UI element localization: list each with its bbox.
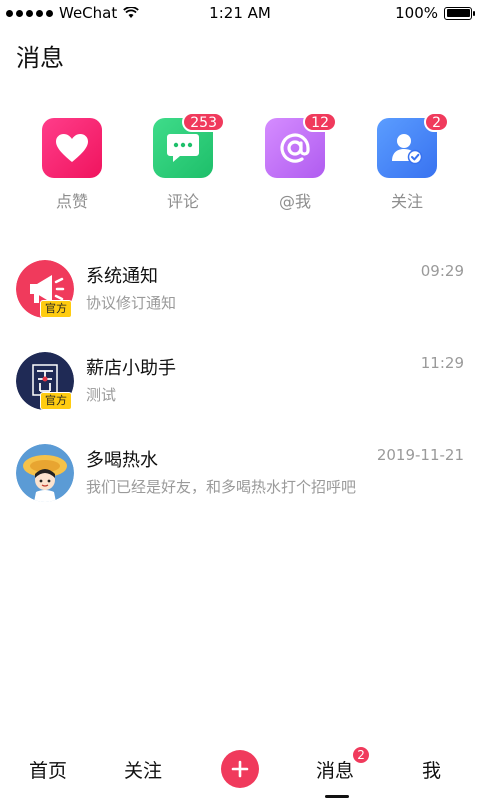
user-check-icon <box>392 134 423 165</box>
likes-tile[interactable] <box>42 118 102 178</box>
comments-tile[interactable]: 253 <box>153 112 225 178</box>
message-sender: 系统通知 <box>86 266 158 287</box>
tab-me[interactable]: 我 <box>422 756 441 783</box>
list-item[interactable]: 官方 薪店小助手 测试 11:29 <box>0 352 480 422</box>
message-preview: 协议修订通知 <box>86 294 177 312</box>
battery-group: 100% <box>395 4 475 22</box>
official-tag: 官方 <box>40 392 72 410</box>
message-sender: 薪店小助手 <box>86 358 176 379</box>
message-time: 2019-11-21 <box>376 446 464 464</box>
list-item[interactable]: 多喝热水 我们已经是好友，和多喝热水打个招呼吧 2019-11-21 <box>0 444 480 514</box>
tab-follow[interactable]: 关注 <box>124 756 162 783</box>
mentions-badge: 12 <box>303 112 337 132</box>
category-row: 点赞 253 评论 12 @我 2 关注 <box>0 112 480 218</box>
category-likes[interactable]: 点赞 <box>27 118 117 212</box>
active-tab-indicator <box>325 795 349 798</box>
battery-percent: 100% <box>395 4 438 22</box>
list-item[interactable]: 官方 系统通知 协议修订通知 09:29 <box>0 260 480 330</box>
message-time: 09:29 <box>420 262 464 280</box>
tab-messages[interactable]: 消息 2 <box>316 746 371 783</box>
category-label: 评论 <box>166 192 199 211</box>
category-label: 关注 <box>390 192 423 211</box>
category-comments[interactable]: 253 评论 <box>138 112 228 212</box>
message-preview: 测试 <box>86 386 117 404</box>
heart-icon <box>56 134 88 162</box>
category-label: 点赞 <box>55 192 88 211</box>
at-icon <box>280 133 310 163</box>
tab-messages-badge: 2 <box>352 746 371 764</box>
battery-icon <box>444 6 475 20</box>
category-label: @我 <box>278 192 311 211</box>
page-title: 消息 <box>16 44 64 72</box>
status-bar: WeChat 1:21 AM 100% <box>0 0 480 26</box>
cartoon-avatar <box>16 444 74 502</box>
followers-tile[interactable]: 2 <box>377 112 449 178</box>
tab-home[interactable]: 首页 <box>29 756 67 783</box>
comment-icon <box>167 134 199 162</box>
official-tag: 官方 <box>40 300 72 318</box>
message-preview: 我们已经是好友，和多喝热水打个招呼吧 <box>86 478 357 496</box>
plus-icon <box>231 760 249 778</box>
category-mentions[interactable]: 12 @我 <box>250 112 340 212</box>
bottom-tab-bar: 首页 关注 消息 2 我 <box>0 738 480 800</box>
message-sender: 多喝热水 <box>86 450 158 471</box>
message-time: 11:29 <box>420 354 464 372</box>
tab-messages-label: 消息 <box>316 760 355 782</box>
comments-badge: 253 <box>182 112 225 132</box>
followers-badge: 2 <box>424 112 449 132</box>
mentions-tile[interactable]: 12 <box>265 112 337 178</box>
add-button[interactable] <box>221 750 259 788</box>
category-followers[interactable]: 2 关注 <box>362 112 452 212</box>
